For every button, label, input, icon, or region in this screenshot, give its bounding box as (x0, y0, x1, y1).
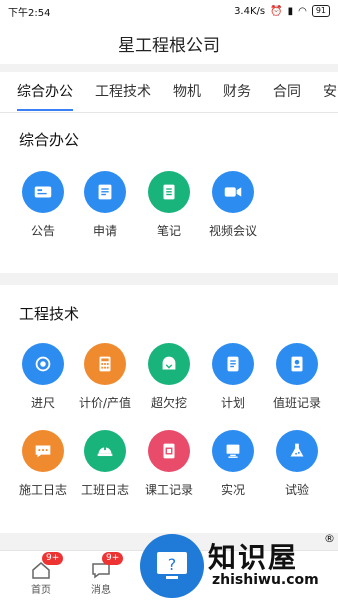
messages-badge: 9+ (102, 552, 124, 565)
nav-messages[interactable]: 9+ 消息 (76, 552, 126, 596)
flask-icon (276, 430, 318, 472)
tab-engineering[interactable]: 工程技术 (95, 72, 151, 112)
section-title: 综合办公 (19, 131, 80, 149)
app-valuation[interactable]: 计价/产值 (73, 343, 137, 411)
battery-icon: 91 (311, 5, 330, 17)
section-engineering: 工程技术 进尺 计价/产值 超欠挖 计划 值班记录 施工日志 工班日志 课工记录… (0, 285, 338, 533)
app-class-record[interactable]: 课工记录 (137, 430, 201, 498)
watermark: ? 知识屋 zhishiwu.com ® (140, 532, 338, 600)
progress-circle-icon (22, 343, 64, 385)
app-duty-record[interactable]: 值班记录 (265, 343, 329, 411)
category-tabs: 综合办公 工程技术 物机 财务 合同 安 (0, 72, 338, 112)
home-icon: 9+ (30, 552, 64, 581)
helmet-icon (84, 430, 126, 472)
status-indicators: 3.4K/s ⏰ ▮ ◠ 91 (234, 5, 330, 17)
video-camera-icon (212, 171, 254, 213)
app-label: 值班记录 (272, 396, 321, 410)
scroll-plan-icon (212, 343, 254, 385)
watermark-registered: ® (324, 532, 335, 545)
calculator-icon (84, 343, 126, 385)
app-video-meeting[interactable]: 视频会议 (201, 171, 265, 239)
watermark-logo-icon: ? (140, 534, 204, 598)
tab-contract[interactable]: 合同 (273, 72, 301, 112)
tab-finance[interactable]: 财务 (223, 72, 251, 112)
duty-record-icon (276, 343, 318, 385)
notice-card-icon (22, 171, 64, 213)
app-plan[interactable]: 计划 (201, 343, 265, 411)
app-crew-log[interactable]: 工班日志 (73, 430, 137, 498)
tab-general-office[interactable]: 综合办公 (17, 72, 73, 112)
network-speed: 3.4K/s (234, 5, 266, 17)
application-form-icon (84, 171, 126, 213)
nav-home[interactable]: 9+ 首页 (16, 552, 66, 596)
app-label: 计价/产值 (78, 396, 132, 410)
app-label: 申请 (92, 224, 117, 238)
monitor-icon (212, 430, 254, 472)
app-construction-log[interactable]: 施工日志 (11, 430, 75, 498)
excavation-icon (148, 343, 190, 385)
app-notes[interactable]: 笔记 (137, 171, 201, 239)
app-label: 工班日志 (80, 483, 129, 497)
app-over-under-excavation[interactable]: 超欠挖 (137, 343, 201, 411)
app-test[interactable]: 试验 (265, 430, 329, 498)
app-label: 超欠挖 (150, 396, 187, 410)
app-live[interactable]: 实况 (201, 430, 265, 498)
app-label: 实况 (220, 483, 245, 497)
app-label: 试验 (284, 483, 309, 497)
section-general-office: 综合办公 公告 申请 笔记 视频会议 (0, 113, 338, 273)
alarm-icon: ⏰ (270, 5, 283, 17)
app-notice[interactable]: 公告 (11, 171, 75, 239)
message-icon: 9+ (90, 552, 124, 581)
nav-label: 首页 (31, 585, 51, 596)
app-label: 计划 (220, 396, 245, 410)
tab-materials[interactable]: 物机 (173, 72, 201, 112)
home-badge: 9+ (42, 552, 64, 565)
wifi-icon: ◠ (298, 5, 307, 17)
app-header: 星工程根公司 (0, 22, 338, 64)
status-time: 下午2:54 (8, 7, 51, 19)
app-progress[interactable]: 进尺 (11, 343, 75, 411)
class-record-icon (148, 430, 190, 472)
svg-text:?: ? (168, 555, 177, 574)
app-label: 施工日志 (18, 483, 67, 497)
status-bar: 下午2:54 3.4K/s ⏰ ▮ ◠ 91 (0, 0, 338, 22)
app-label: 公告 (30, 224, 55, 238)
app-label: 课工记录 (144, 483, 193, 497)
signal-icon: ▮ (287, 5, 294, 17)
watermark-url: zhishiwu.com (212, 572, 319, 588)
chat-log-icon (22, 430, 64, 472)
app-label: 视频会议 (208, 224, 257, 238)
tab-safety[interactable]: 安 (323, 72, 337, 112)
nav-label: 消息 (91, 585, 111, 596)
section-title: 工程技术 (19, 305, 80, 323)
page-title: 星工程根公司 (118, 35, 220, 56)
app-application[interactable]: 申请 (73, 171, 137, 239)
notebook-icon (148, 171, 190, 213)
watermark-text: 知识屋 (208, 541, 299, 574)
app-label: 进尺 (30, 396, 55, 410)
app-label: 笔记 (156, 224, 181, 238)
